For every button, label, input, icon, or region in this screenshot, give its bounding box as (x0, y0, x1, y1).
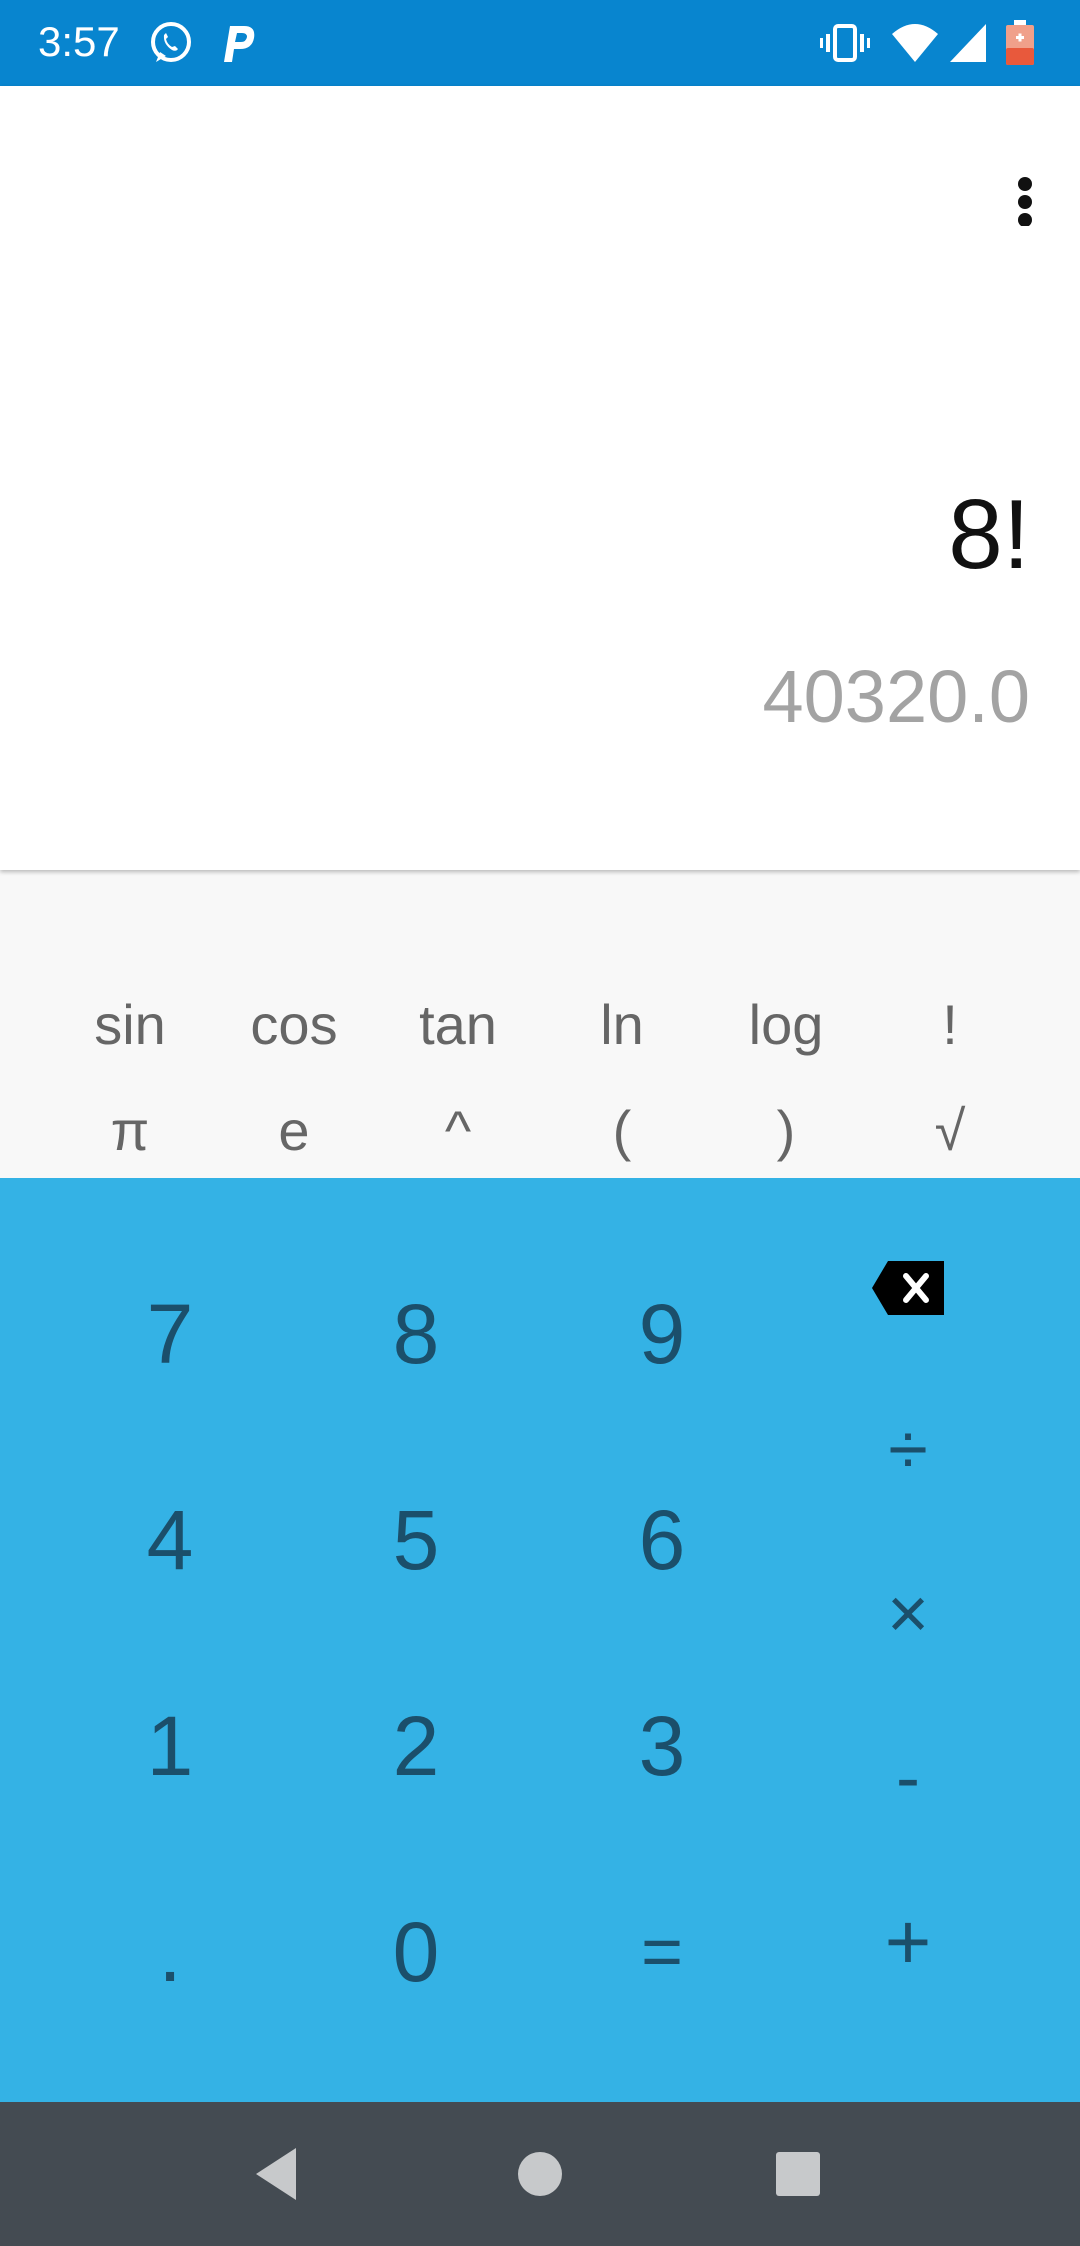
equals-button[interactable]: = (562, 1862, 762, 2042)
battery-icon (1002, 18, 1038, 68)
numeric-pad: 7 8 9 4 5 6 1 2 3 . 0 = ÷ × - + (0, 1178, 1080, 2102)
more-vert-icon[interactable] (990, 136, 1060, 227)
ln-button[interactable]: ln (540, 974, 704, 1074)
wifi-icon (890, 18, 940, 68)
backspace-icon[interactable] (818, 1218, 998, 1358)
status-bar: 3:57 (0, 0, 1080, 86)
multiply-button[interactable]: × (818, 1544, 998, 1684)
digit-1-button[interactable]: 1 (70, 1656, 270, 1836)
tan-button[interactable]: tan (376, 974, 540, 1074)
left-paren-button[interactable]: ( (540, 1080, 704, 1180)
home-icon[interactable] (500, 2134, 580, 2214)
cos-button[interactable]: cos (212, 974, 376, 1074)
back-icon[interactable] (236, 2134, 316, 2214)
digit-3-button[interactable]: 3 (562, 1656, 762, 1836)
digit-5-button[interactable]: 5 (316, 1450, 516, 1630)
digit-9-button[interactable]: 9 (562, 1244, 762, 1424)
navigation-bar (0, 2102, 1080, 2246)
sin-button[interactable]: sin (48, 974, 212, 1074)
result-field: 40320.0 (762, 655, 1031, 738)
minus-button[interactable]: - (818, 1708, 998, 1848)
digit-0-button[interactable]: 0 (316, 1862, 516, 2042)
vibrate-icon (820, 18, 870, 68)
digit-2-button[interactable]: 2 (316, 1656, 516, 1836)
advanced-pad: sin cos tan ln log ! π e ^ ( ) √ (0, 870, 1080, 1178)
whatsapp-icon (146, 18, 196, 68)
pi-button[interactable]: π (48, 1080, 212, 1180)
plus-button[interactable]: + (818, 1872, 998, 2012)
calculator-display: 8! 40320.0 (0, 86, 1080, 870)
power-button[interactable]: ^ (376, 1080, 540, 1180)
right-paren-button[interactable]: ) (704, 1080, 868, 1180)
digit-6-button[interactable]: 6 (562, 1450, 762, 1630)
p-app-icon (214, 18, 264, 68)
recents-icon[interactable] (758, 2134, 838, 2214)
calculator-screen: 3:57 8! 40320.0 sin cos tan ln log ! π e… (0, 0, 1080, 2246)
divide-button[interactable]: ÷ (818, 1380, 998, 1520)
e-button[interactable]: e (212, 1080, 376, 1180)
digit-8-button[interactable]: 8 (316, 1244, 516, 1424)
digit-4-button[interactable]: 4 (70, 1450, 270, 1630)
sqrt-button[interactable]: √ (868, 1080, 1032, 1180)
factorial-button[interactable]: ! (868, 974, 1032, 1074)
log-button[interactable]: log (704, 974, 868, 1074)
expression-field[interactable]: 8! (948, 478, 1030, 591)
status-time: 3:57 (38, 18, 120, 65)
digit-7-button[interactable]: 7 (70, 1244, 270, 1424)
decimal-point-button[interactable]: . (70, 1862, 270, 2042)
signal-icon (946, 18, 996, 68)
